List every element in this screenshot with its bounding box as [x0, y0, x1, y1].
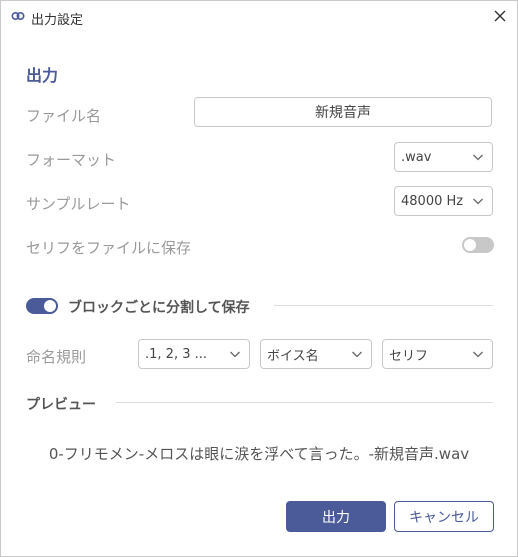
file-name-label: ファイル名 [26, 107, 102, 125]
toggle-knob [464, 239, 476, 251]
close-icon[interactable] [491, 7, 509, 25]
format-select[interactable]: .wav [394, 142, 493, 172]
format-select-value: .wav [401, 149, 432, 165]
naming-select-serif[interactable]: セリフ [382, 339, 493, 369]
title-bar: 出力設定 [1, 1, 517, 33]
split-blocks-toggle[interactable] [26, 298, 58, 314]
naming-rule-label: 命名規則 [26, 348, 87, 366]
file-name-input[interactable]: 新規音声 [194, 97, 492, 127]
format-label: フォーマット [26, 151, 117, 169]
naming-select-voice-value: ボイス名 [267, 348, 319, 364]
save-serif-label: セリフをファイルに保存 [26, 239, 192, 257]
naming-select-voice[interactable]: ボイス名 [260, 339, 372, 369]
split-blocks-label: ブロックごとに分割して保存 [68, 300, 250, 316]
naming-select-number-value: .1, 2, 3 ... [145, 346, 208, 362]
app-logo-icon [11, 11, 25, 21]
chevron-down-icon [352, 351, 362, 358]
cancel-button[interactable]: キャンセル [394, 501, 494, 532]
chevron-down-icon [230, 351, 240, 358]
toggle-knob [44, 300, 56, 312]
window-title: 出力設定 [31, 13, 84, 28]
chevron-down-icon [473, 154, 483, 161]
output-settings-dialog: 出力設定 出力 ファイル名 新規音声 フォーマット .wav サンプルレート 4… [0, 0, 518, 557]
sample-rate-select[interactable]: 48000 Hz [394, 186, 493, 216]
sample-rate-label: サンプルレート [26, 195, 131, 213]
preview-heading: プレビュー [26, 397, 96, 413]
divider [274, 305, 493, 306]
save-serif-toggle[interactable] [462, 237, 494, 253]
chevron-down-icon [473, 351, 483, 358]
divider [116, 402, 493, 403]
sample-rate-select-value: 48000 Hz [401, 193, 464, 209]
output-button[interactable]: 出力 [286, 501, 386, 532]
naming-select-serif-value: セリフ [389, 348, 429, 364]
preview-filename: 0-フリモメン-メロスは眼に涙を浮べて言った。-新規音声.wav [48, 445, 470, 463]
naming-select-number[interactable]: .1, 2, 3 ... [138, 339, 250, 369]
chevron-down-icon [473, 198, 483, 205]
output-section-heading: 出力 [26, 66, 59, 85]
